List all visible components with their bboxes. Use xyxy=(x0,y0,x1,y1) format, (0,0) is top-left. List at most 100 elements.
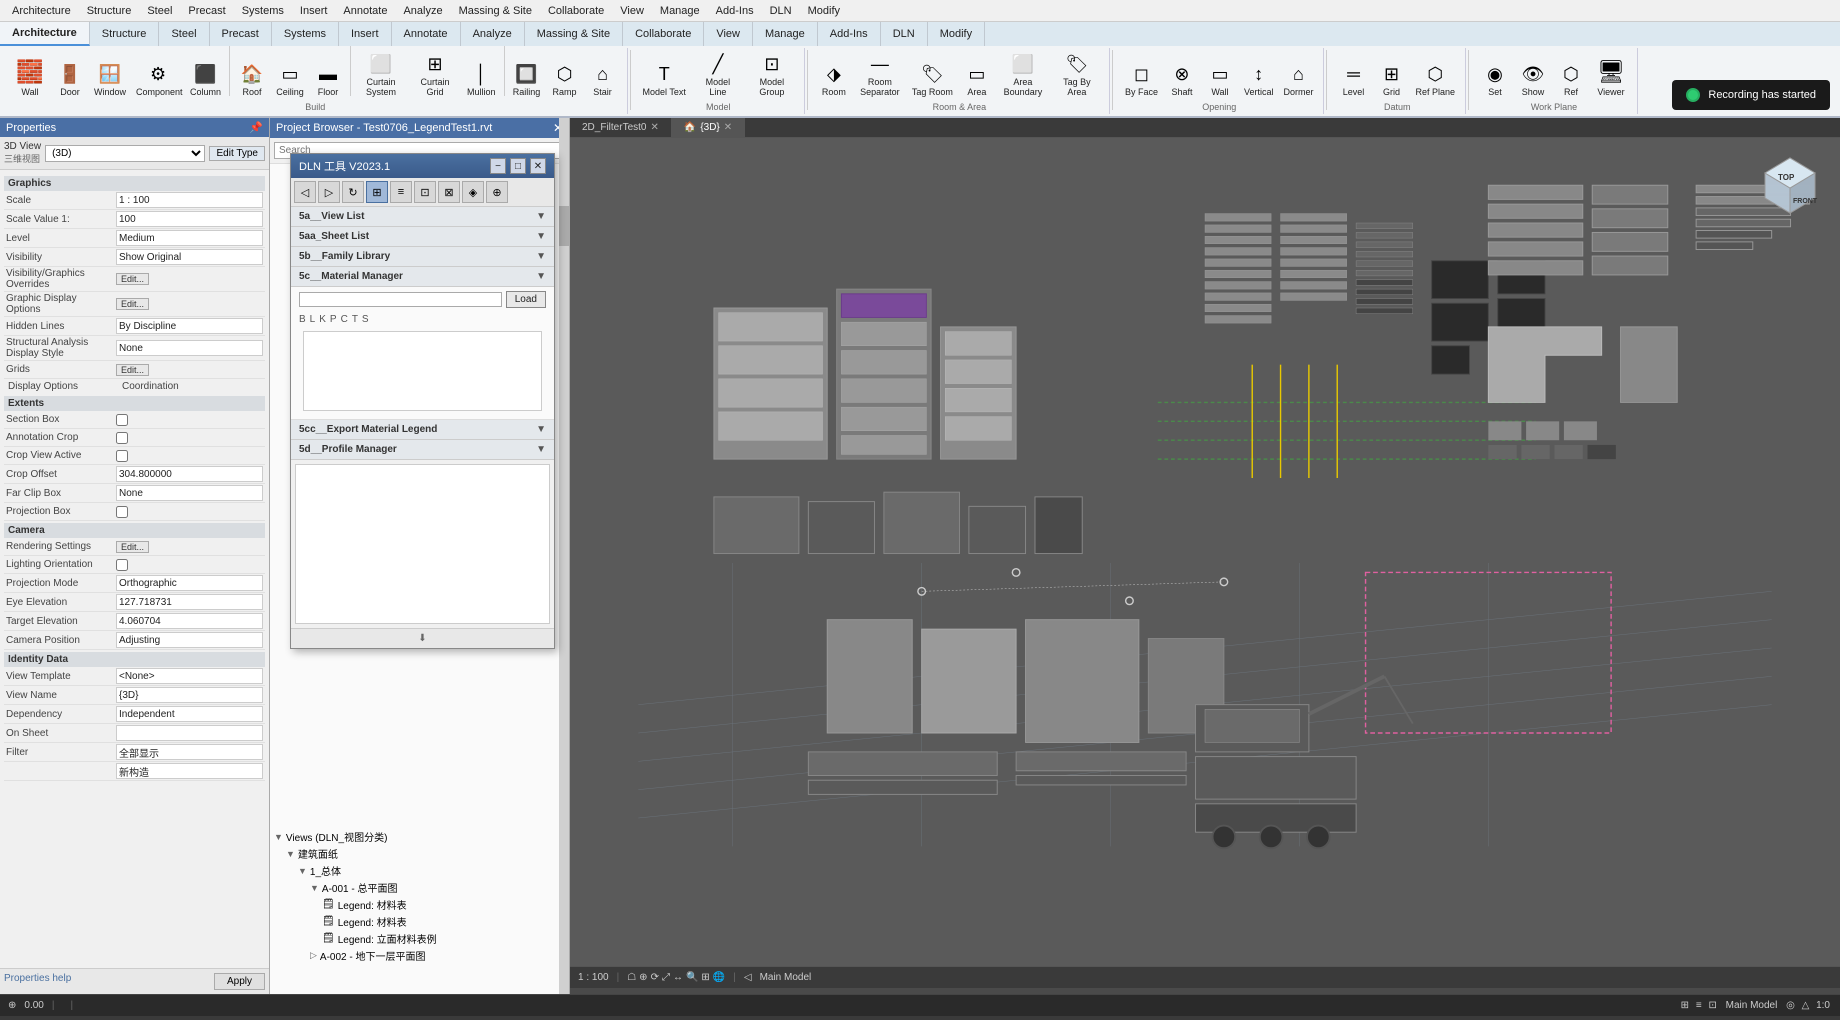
identity-section-header[interactable]: Identity Data xyxy=(4,652,265,667)
model-text-button[interactable]: T Model Text xyxy=(639,58,690,100)
load-button[interactable]: Load xyxy=(506,291,546,308)
view-ctrl-icon-8[interactable]: 🌐 xyxy=(713,972,725,983)
dln-tool-btn-8[interactable]: ⊕ xyxy=(486,181,508,203)
dln-tool-btn-5[interactable]: ⊡ xyxy=(414,181,436,203)
tab-manage[interactable]: Manage xyxy=(753,22,818,46)
crop-active-checkbox[interactable] xyxy=(116,450,128,462)
tab-2d-filter[interactable]: 2D_FilterTest0 ✕ xyxy=(570,118,672,137)
curtain-grid-button[interactable]: ⊞ Curtain Grid xyxy=(409,48,461,100)
viewport-canvas[interactable]: TOP FRONT 1 : 100 | ☖ ⊕ ⟳ ⤢ ↔ 🔍 ⊞ xyxy=(570,138,1840,988)
section-view-list[interactable]: 5a__View List ▼ xyxy=(291,207,554,227)
view-ctrl-icon-1[interactable]: ☖ xyxy=(627,972,636,983)
menu-analyze[interactable]: Analyze xyxy=(395,3,450,19)
camera-section-header[interactable]: Camera xyxy=(4,523,265,538)
menu-annotate[interactable]: Annotate xyxy=(335,3,395,19)
area-button[interactable]: ▭ Area xyxy=(959,58,995,100)
ref-plane-button[interactable]: ⬡ Ref Plane xyxy=(1411,58,1459,100)
dln-tool-btn-2[interactable]: ↻ xyxy=(342,181,364,203)
menu-structure[interactable]: Structure xyxy=(79,3,140,19)
door-button[interactable]: 🚪 Door xyxy=(52,58,88,100)
dialog-minimize-btn[interactable]: − xyxy=(490,158,506,174)
level-button[interactable]: ═ Level xyxy=(1335,58,1371,100)
dialog-close-btn[interactable]: ✕ xyxy=(530,158,546,174)
status-icon-5[interactable]: △ xyxy=(1802,1000,1810,1011)
dln-tool-btn-4[interactable]: ≡ xyxy=(390,181,412,203)
section-material-manager[interactable]: 5c__Material Manager ▼ xyxy=(291,267,554,287)
tree-a001[interactable]: ▼ A-001 - 总平面图 xyxy=(274,879,565,896)
tree-views-header[interactable]: ▼ Views (DLN_视图分类) xyxy=(274,828,565,845)
by-face-button[interactable]: ◻ By Face xyxy=(1121,58,1162,100)
curtain-system-button[interactable]: ⬜ Curtain System xyxy=(355,48,407,100)
view-ctrl-icon-5[interactable]: ↔ xyxy=(673,972,683,983)
status-icon-6[interactable]: 1:0 xyxy=(1816,1000,1830,1011)
set-button[interactable]: ◉ Set xyxy=(1477,58,1513,100)
menu-precast[interactable]: Precast xyxy=(180,3,233,19)
section-box-checkbox[interactable] xyxy=(116,414,128,426)
tree-a002[interactable]: ▷ A-002 - 地下一层平面图 xyxy=(274,947,565,964)
roof-button[interactable]: 🏠 Roof xyxy=(234,58,270,100)
crop-offset-value[interactable]: 304.800000 xyxy=(116,466,263,482)
menu-systems[interactable]: Systems xyxy=(234,3,292,19)
ceiling-button[interactable]: ▭ Ceiling xyxy=(272,58,308,100)
tag-room-button[interactable]: 🏷 Tag Room xyxy=(908,58,957,100)
menu-modify[interactable]: Modify xyxy=(800,3,848,19)
section-profile-manager[interactable]: 5d__Profile Manager ▼ xyxy=(291,440,554,460)
menu-manage[interactable]: Manage xyxy=(652,3,708,19)
column-button[interactable]: ⬛ Column xyxy=(186,58,225,100)
mat-letter-c[interactable]: C xyxy=(341,314,348,325)
tree-legend-1[interactable]: 🗒 Legend: 材料表 xyxy=(274,896,565,913)
mat-letter-b[interactable]: B xyxy=(299,314,306,325)
properties-pin-icon[interactable]: 📌 xyxy=(249,121,263,134)
menu-massing[interactable]: Massing & Site xyxy=(451,3,540,19)
grids-edit[interactable]: Edit... xyxy=(116,364,149,376)
browser-scrollbar[interactable] xyxy=(559,118,569,994)
menu-insert[interactable]: Insert xyxy=(292,3,336,19)
tab-modify[interactable]: Modify xyxy=(928,22,985,46)
graphics-section-header[interactable]: Graphics xyxy=(4,176,265,191)
scale-val-value[interactable]: 100 xyxy=(116,211,263,227)
grid-button[interactable]: ⊞ Grid xyxy=(1373,58,1409,100)
room-button[interactable]: ⬗ Room xyxy=(816,58,852,100)
shaft-button[interactable]: ⊗ Shaft xyxy=(1164,58,1200,100)
eye-elevation-value[interactable]: 127.718731 xyxy=(116,594,263,610)
model-line-button[interactable]: ╱ Model Line xyxy=(692,48,744,100)
section-family-library[interactable]: 5b__Family Library ▼ xyxy=(291,247,554,267)
menu-dln[interactable]: DLN xyxy=(762,3,800,19)
tab-dln[interactable]: DLN xyxy=(881,22,928,46)
status-icon-4[interactable]: ◎ xyxy=(1786,1000,1795,1011)
mat-letter-t[interactable]: T xyxy=(352,314,358,325)
mullion-button[interactable]: │ Mullion xyxy=(463,58,500,100)
model-group-button[interactable]: ⊡ Model Group xyxy=(746,48,798,100)
show-button[interactable]: 👁 Show xyxy=(1515,58,1551,100)
properties-help-link[interactable]: Properties help xyxy=(4,973,71,990)
tab-view[interactable]: View xyxy=(704,22,753,46)
menu-steel[interactable]: Steel xyxy=(139,3,180,19)
mat-letter-k[interactable]: K xyxy=(319,314,326,325)
projection-box-checkbox[interactable] xyxy=(116,506,128,518)
dln-tool-btn-7[interactable]: ◈ xyxy=(462,181,484,203)
ref-button[interactable]: ⬡ Ref xyxy=(1553,58,1589,100)
tree-sheet-1[interactable]: ▼ 1_总体 xyxy=(274,862,565,879)
railing-button[interactable]: 🔲 Railing xyxy=(509,58,545,100)
target-elevation-value[interactable]: 4.060704 xyxy=(116,613,263,629)
dln-tool-btn-6[interactable]: ⊠ xyxy=(438,181,460,203)
component-button[interactable]: ⚙ Component xyxy=(132,58,184,100)
view-ctrl-icon-7[interactable]: ⊞ xyxy=(701,972,709,983)
ramp-button[interactable]: ⬡ Ramp xyxy=(547,58,583,100)
tab-2d-filter-close[interactable]: ✕ xyxy=(650,122,658,133)
window-button[interactable]: 🪟 Window xyxy=(90,58,130,100)
dln-tool-btn-0[interactable]: ◁ xyxy=(294,181,316,203)
view-ctrl-icon-2[interactable]: ⊕ xyxy=(639,972,647,983)
view-dropdown[interactable]: (3D) xyxy=(45,145,205,162)
tab-collaborate[interactable]: Collaborate xyxy=(623,22,704,46)
menu-collaborate[interactable]: Collaborate xyxy=(540,3,612,19)
rendering-edit[interactable]: Edit... xyxy=(116,541,149,553)
tab-addins[interactable]: Add-Ins xyxy=(818,22,881,46)
dormer-button[interactable]: ⌂ Dormer xyxy=(1279,58,1317,100)
view-name-value[interactable]: {3D} xyxy=(116,687,263,703)
room-separator-button[interactable]: — Room Separator xyxy=(854,48,906,100)
dln-tool-btn-3[interactable]: ⊞ xyxy=(366,181,388,203)
menu-view[interactable]: View xyxy=(612,3,652,19)
menu-addins[interactable]: Add-Ins xyxy=(708,3,762,19)
menu-architecture[interactable]: Architecture xyxy=(4,3,79,19)
